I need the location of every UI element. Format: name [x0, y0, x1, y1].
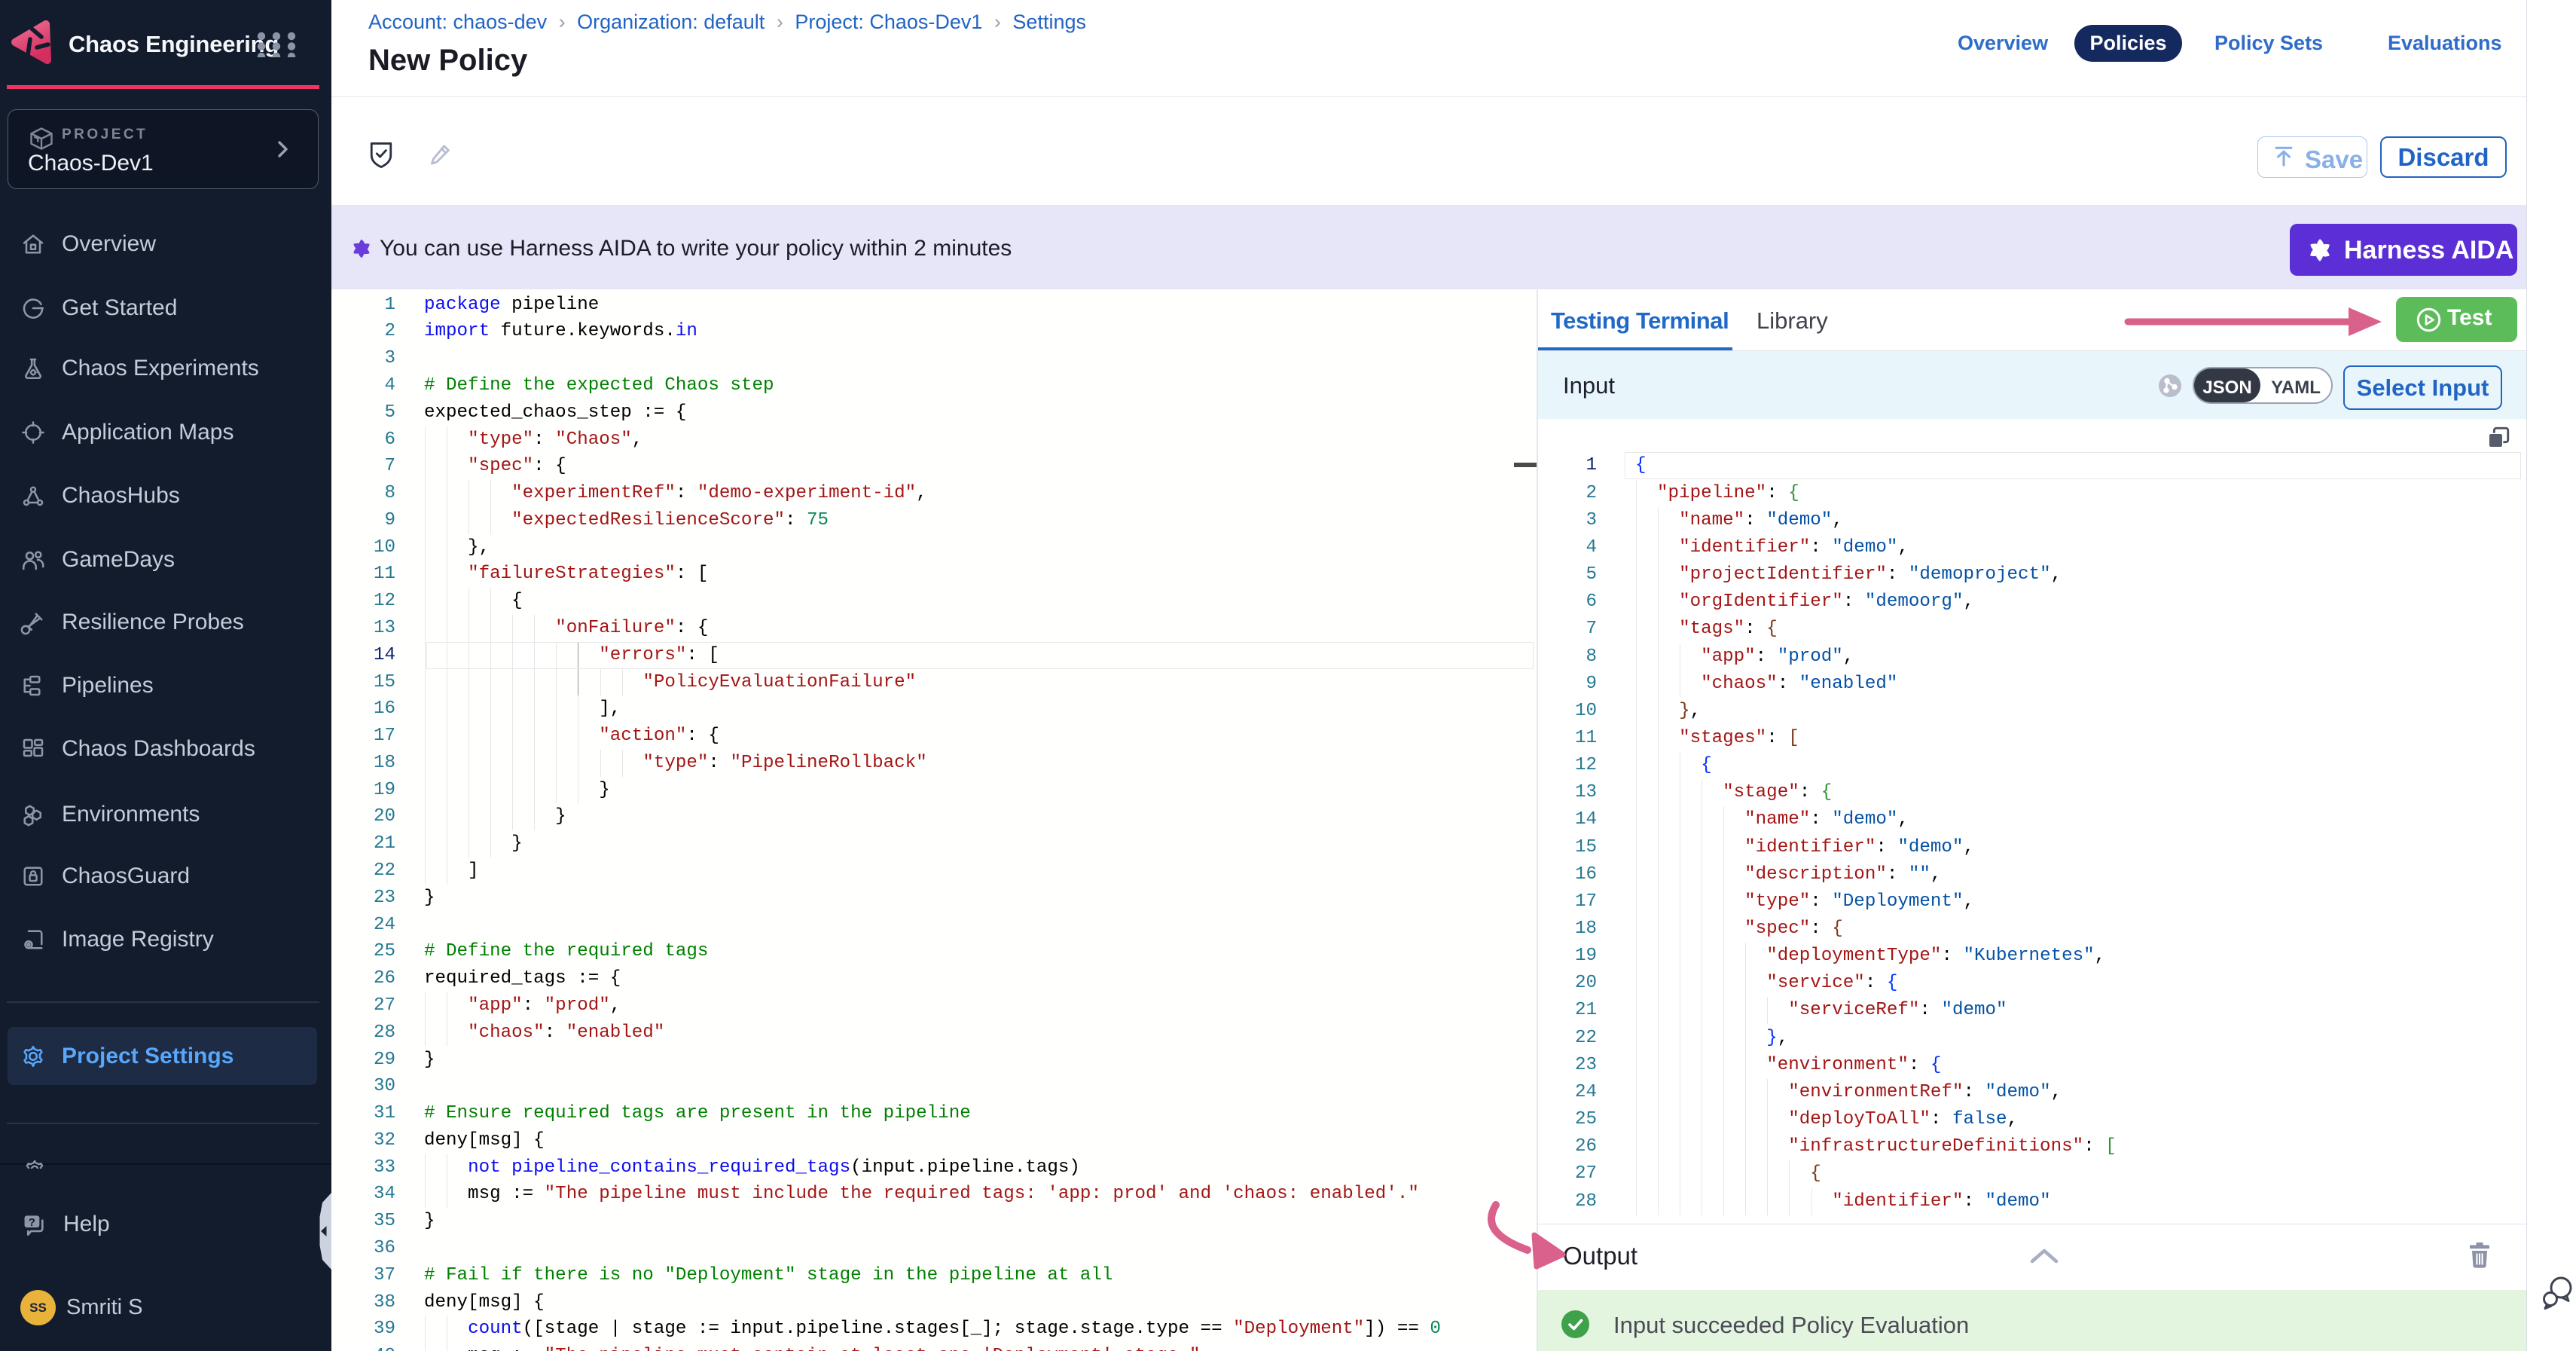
svg-text:?: ? [29, 1216, 35, 1229]
